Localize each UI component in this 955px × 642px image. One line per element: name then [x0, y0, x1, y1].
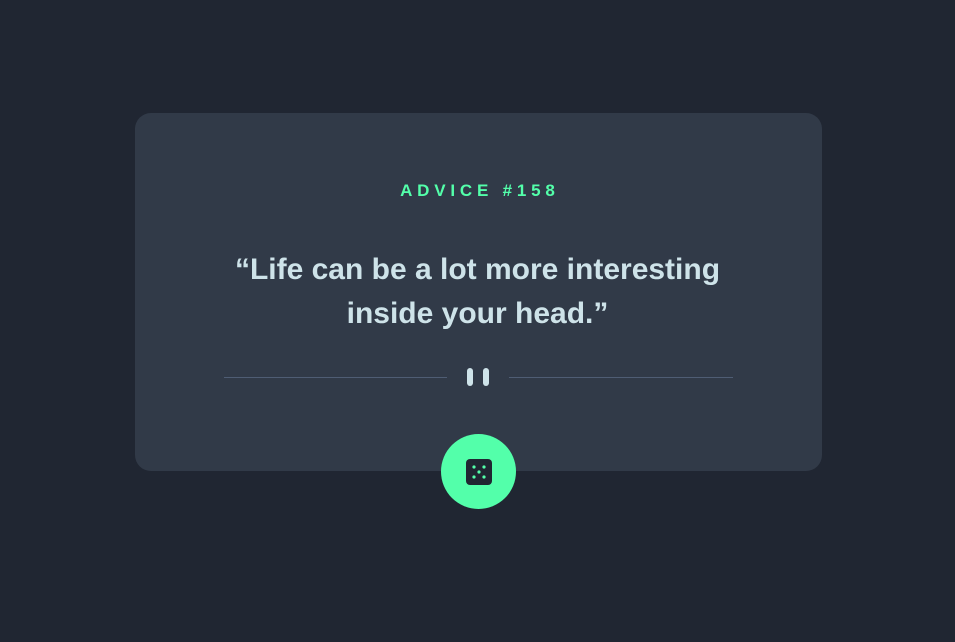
advice-quote: “Life can be a lot more interesting insi…	[234, 253, 721, 330]
new-advice-button[interactable]	[441, 434, 516, 509]
divider-line-right	[509, 377, 733, 378]
pause-icon	[467, 368, 489, 386]
dice-icon	[465, 458, 492, 485]
advice-id-label: ADVICE #158	[400, 181, 560, 200]
divider-line-left	[224, 377, 447, 378]
